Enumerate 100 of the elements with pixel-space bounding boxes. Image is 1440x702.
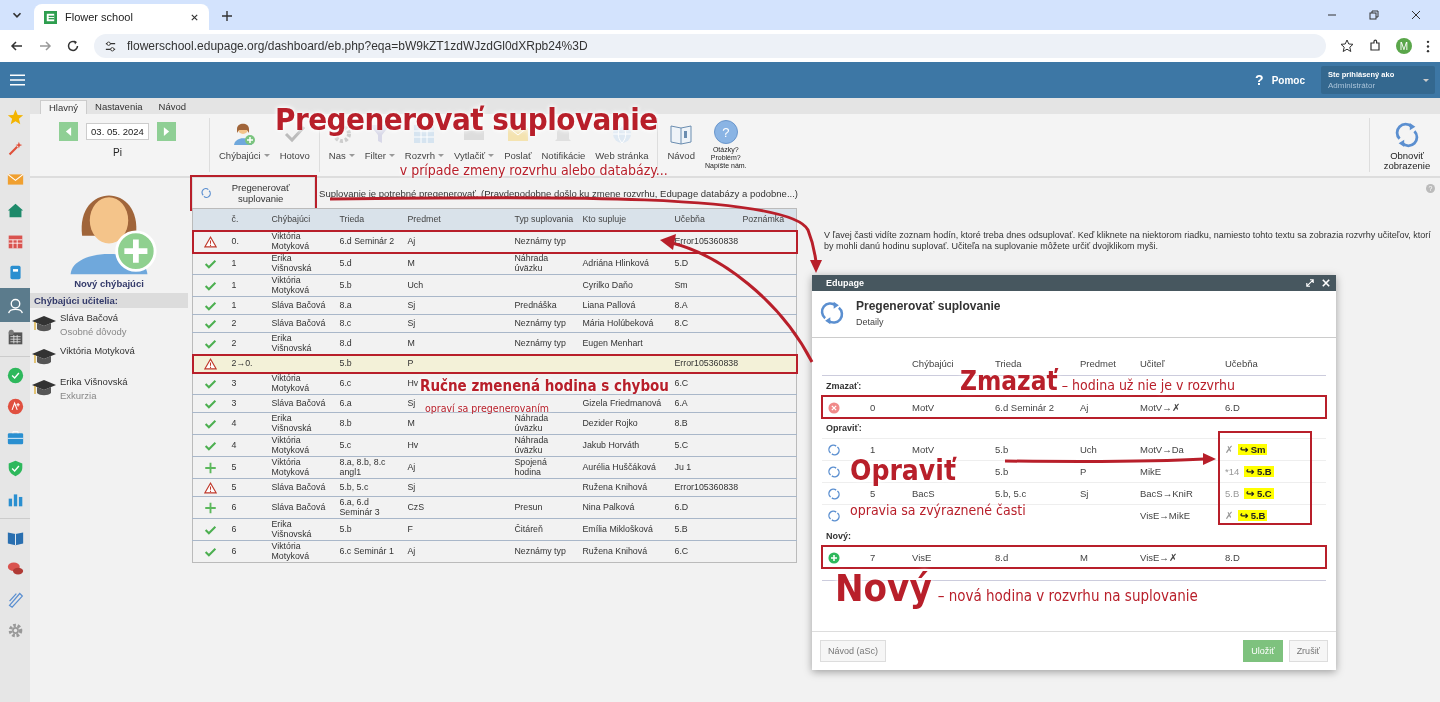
column-header: Učebňa: [670, 208, 739, 231]
date-field[interactable]: 03. 05. 2024: [86, 123, 149, 140]
toolbar-label[interactable]: Vytlačiť: [453, 150, 486, 161]
new-tab-icon[interactable]: [221, 10, 233, 22]
table-cell: Ružena Knihová: [582, 545, 648, 556]
annotation-note: opraví sa pregenerovaním: [425, 402, 550, 414]
absence-reason: Osobné dôvody: [60, 326, 127, 337]
forward-icon[interactable]: [38, 39, 52, 53]
help-button[interactable]: Návod (aSc): [820, 640, 887, 662]
toolbar-label[interactable]: Rozvrh: [404, 150, 435, 161]
table-cell: Viktória Motyková: [271, 275, 310, 295]
table-cell: 6.C: [674, 545, 689, 556]
table-cell: 0.: [231, 235, 239, 246]
table-cell: P: [1080, 466, 1087, 477]
next-day-button[interactable]: [156, 122, 176, 141]
tab-title: Flower school: [65, 11, 134, 23]
table-cell: 5: [231, 481, 237, 492]
table-cell: 5.C: [674, 439, 689, 450]
toolbar-label[interactable]: Notifikácie: [541, 150, 586, 161]
close-window-icon[interactable]: [1410, 9, 1422, 21]
reload-icon[interactable]: [66, 39, 80, 53]
bookmark-star-icon[interactable]: [1340, 39, 1354, 53]
table-cell: 5.b: [995, 466, 1009, 477]
table-cell: M: [407, 337, 415, 348]
new-absent-button[interactable]: Nový chýbajúci: [30, 178, 188, 289]
table-cell: Náhrada úväzku: [514, 413, 549, 433]
toolbar-label[interactable]: Filter: [364, 150, 386, 161]
table-cell: Čitáreň: [514, 523, 543, 534]
table-cell: 5.d: [339, 257, 352, 268]
toolbar-label[interactable]: Web stránka: [595, 150, 649, 161]
toolbar-label[interactable]: Hotovo: [279, 150, 310, 161]
table-cell: 1: [231, 299, 237, 310]
table-cell: 6.A: [674, 397, 688, 408]
tab[interactable]: Nastavenia: [87, 100, 151, 114]
column-header: Chýbajúci: [912, 358, 955, 369]
status-cell[interactable]: [192, 354, 228, 373]
table-cell: Spojená hodina: [514, 457, 547, 477]
address-field[interactable]: flowerschool.edupage.org/dashboard/eb.php?eqa=bW9kZT1zdWJzdGl0dXRpb24%3D: [94, 34, 1326, 58]
dialog-subtitle: Detaily: [856, 317, 885, 327]
left-triangle-icon[interactable]: [65, 127, 73, 136]
toolbar-label[interactable]: Poslať: [504, 150, 532, 161]
refresh-icon[interactable]: [1394, 122, 1420, 148]
column-header: Kto supluje: [578, 208, 671, 231]
toolbar-label[interactable]: Návod: [667, 150, 695, 161]
table-cell: 8.D: [1225, 552, 1240, 563]
table-cell: BacS→KniR: [1140, 488, 1193, 499]
help-link[interactable]: Pomoc: [1271, 74, 1305, 86]
toolbar-label[interactable]: Nas: [328, 150, 346, 161]
menu-icon[interactable]: [10, 74, 25, 86]
restore-icon[interactable]: [1368, 9, 1380, 21]
regenerate-button[interactable]: Pregenerovať suplovanie: [192, 177, 316, 209]
more-menu-icon[interactable]: [1426, 39, 1430, 53]
table-cell: Sláva Bačová: [271, 397, 326, 408]
table-cell: VisE: [912, 552, 932, 563]
browser-tab[interactable]: Flower school: [34, 4, 209, 30]
table-cell: 6: [231, 523, 237, 534]
teacher-name[interactable]: Erika Višnovská: [60, 376, 128, 387]
back-icon[interactable]: [10, 39, 24, 53]
previous-day-button[interactable]: [59, 122, 79, 141]
book-icon[interactable]: [669, 122, 694, 146]
close-icon[interactable]: [190, 12, 199, 22]
table-cell: Sj: [1080, 488, 1089, 499]
teacher-name[interactable]: Sláva Bačová: [60, 312, 127, 323]
tab[interactable]: Návod: [150, 100, 195, 114]
table-cell: Aj: [407, 461, 416, 472]
table-cell: 5: [231, 461, 237, 472]
refresh-icon[interactable]: [201, 187, 212, 199]
table-cell: Náhrada úväzku: [514, 253, 549, 273]
teacher-name[interactable]: Viktória Motyková: [60, 345, 135, 356]
person-icon[interactable]: [0, 288, 30, 322]
cancel-button[interactable]: Zrušiť: [1288, 640, 1328, 662]
help-icon[interactable]: ?: [1255, 72, 1264, 88]
table-cell: Hv: [407, 439, 419, 450]
table-cell: Cyrilko Daňo: [582, 279, 633, 290]
extensions-icon[interactable]: [1368, 39, 1382, 53]
table-cell: 1: [870, 444, 876, 455]
tab[interactable]: Hlavný: [40, 100, 88, 114]
table-cell: 5.c: [339, 439, 352, 450]
table-cell: Ružena Knihová: [582, 481, 648, 492]
table-cell: Viktória Motyková: [271, 541, 310, 561]
refresh-button[interactable]: Obnoviť zobrazenie: [1374, 118, 1440, 172]
site-settings-icon[interactable]: [104, 39, 117, 53]
table-cell: ✗: [1225, 444, 1233, 455]
column-header: Chýbajúci: [267, 208, 336, 231]
expand-icon[interactable]: [1306, 279, 1314, 287]
person-icon[interactable]: [232, 122, 257, 146]
table-cell: 3: [231, 397, 237, 408]
table-cell: Presun: [514, 501, 543, 512]
favicon-icon: [44, 10, 57, 24]
table-cell: ✗: [1225, 510, 1233, 521]
table-cell: 8.a, 8.b, 8.c angl1: [339, 457, 386, 477]
right-triangle-icon[interactable]: [162, 127, 170, 136]
toolbar-label[interactable]: Chýbajúci: [219, 150, 261, 161]
refresh-icon: [820, 301, 844, 325]
table-cell: 8.b: [339, 417, 352, 428]
table-cell: 6.D: [1225, 402, 1240, 413]
table-cell: 6.a: [339, 397, 352, 408]
highlighted-room: ↪ 5.C: [1244, 488, 1274, 499]
highlighted-room: ↪ 5.B: [1244, 466, 1274, 477]
annotation-note: opravia sa zvýraznené časti: [850, 503, 1026, 517]
